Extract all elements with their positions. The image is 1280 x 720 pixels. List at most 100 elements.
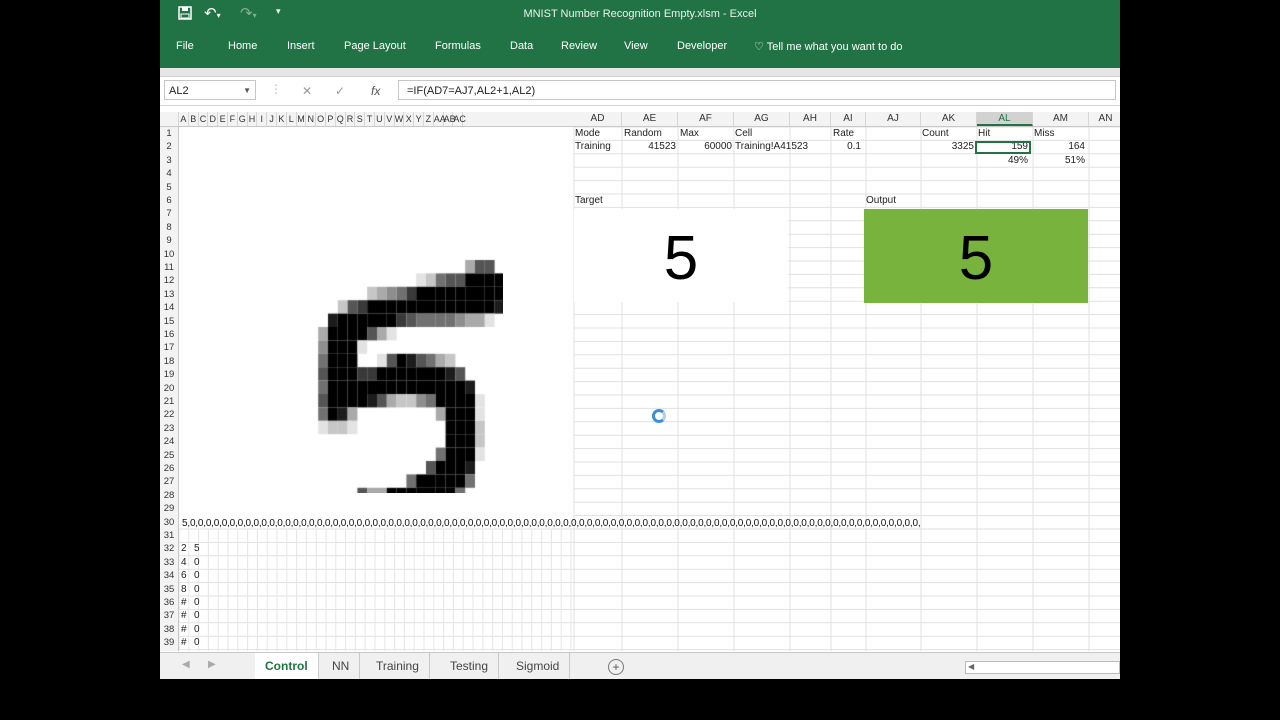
row-header-6[interactable]: 6	[160, 194, 178, 207]
column-header-d[interactable]: D	[208, 112, 219, 126]
tab-home[interactable]: Home	[228, 40, 257, 52]
row-header-32[interactable]: 32	[160, 542, 178, 555]
column-header-ac[interactable]: AC	[453, 112, 466, 126]
tell-me-box[interactable]: ♡ Tell me what you want to do	[754, 40, 902, 53]
row-header-19[interactable]: 19	[160, 368, 178, 381]
enter-icon[interactable]: ✓	[335, 84, 345, 98]
list-value[interactable]: 0	[194, 584, 200, 595]
row-header-10[interactable]: 10	[160, 248, 178, 261]
row-header-39[interactable]: 39	[160, 636, 178, 649]
list-value[interactable]: 0	[194, 557, 200, 568]
row-header-27[interactable]: 27	[160, 475, 178, 488]
list-value[interactable]: 0	[194, 637, 200, 648]
row-header-16[interactable]: 16	[160, 328, 178, 341]
column-header-v[interactable]: V	[385, 112, 395, 126]
row-header-9[interactable]: 9	[160, 234, 178, 247]
tab-page-layout[interactable]: Page Layout	[344, 40, 406, 52]
row-header-5[interactable]: 5	[160, 181, 178, 194]
rate-value[interactable]: 0.1	[832, 141, 861, 152]
tab-formulas[interactable]: Formulas	[435, 40, 481, 52]
column-header-n[interactable]: N	[306, 112, 317, 126]
row-header-26[interactable]: 26	[160, 462, 178, 475]
row-header-24[interactable]: 24	[160, 435, 178, 448]
mode-value[interactable]: Training	[575, 141, 611, 152]
horizontal-scrollbar[interactable]: ◀	[965, 661, 1120, 674]
column-header-b[interactable]: B	[189, 112, 199, 126]
column-header-a[interactable]: A	[179, 112, 189, 126]
row-header-18[interactable]: 18	[160, 355, 178, 368]
row-header-17[interactable]: 17	[160, 341, 178, 354]
column-header-i[interactable]: I	[257, 112, 268, 126]
column-header-ab[interactable]: AB	[444, 112, 456, 126]
select-all-corner[interactable]	[160, 112, 179, 126]
row-header-34[interactable]: 34	[160, 569, 178, 582]
tab-file[interactable]: File	[176, 40, 194, 52]
row-header-21[interactable]: 21	[160, 395, 178, 408]
list-index[interactable]: #	[181, 610, 187, 621]
chevron-down-icon[interactable]: ▼	[243, 81, 251, 101]
column-header-q[interactable]: Q	[336, 112, 346, 126]
next-sheet-icon[interactable]: ▶	[208, 659, 216, 670]
miss-value[interactable]: 164	[1032, 141, 1085, 152]
tab-data[interactable]: Data	[510, 40, 533, 52]
list-index[interactable]: 8	[181, 584, 187, 595]
column-header-ae[interactable]: AE	[622, 112, 678, 126]
add-sheet-icon[interactable]: +	[608, 659, 624, 675]
miss-percent[interactable]: 51%	[1032, 155, 1085, 166]
formula-input[interactable]: =IF(AD7=AJ7,AL2+1,AL2)	[398, 80, 1116, 100]
list-value[interactable]: 0	[194, 597, 200, 608]
column-header-r[interactable]: R	[346, 112, 356, 126]
column-header-u[interactable]: U	[375, 112, 385, 126]
sheet-tab-nn[interactable]: NN	[322, 653, 361, 679]
row-header-1[interactable]: 1	[160, 127, 178, 140]
sheet-tab-training[interactable]: Training	[366, 653, 430, 679]
column-header-y[interactable]: Y	[414, 112, 424, 126]
column-header-s[interactable]: S	[355, 112, 366, 126]
column-header-ak[interactable]: AK	[921, 112, 977, 126]
column-header-am[interactable]: AM	[1033, 112, 1089, 126]
row-header-37[interactable]: 37	[160, 609, 178, 622]
column-header-o[interactable]: O	[316, 112, 326, 126]
row-header-25[interactable]: 25	[160, 449, 178, 462]
row-header-14[interactable]: 14	[160, 301, 178, 314]
tab-view[interactable]: View	[624, 40, 648, 52]
list-index[interactable]: #	[181, 597, 187, 608]
column-header-g[interactable]: G	[238, 112, 248, 126]
row-header-3[interactable]: 3	[160, 154, 178, 167]
worksheet-grid[interactable]: Mode Random Max Cell Rate Count Hit Miss…	[179, 127, 1120, 651]
scroll-left-icon[interactable]: ◀	[968, 662, 974, 671]
cancel-icon[interactable]: ✕	[302, 84, 312, 98]
list-value[interactable]: 0	[194, 570, 200, 581]
list-value[interactable]: 0	[194, 610, 200, 621]
column-header-k[interactable]: K	[277, 112, 287, 126]
random-value[interactable]: 41523	[624, 141, 676, 152]
list-value[interactable]: 5	[194, 543, 200, 554]
tab-insert[interactable]: Insert	[287, 40, 315, 52]
column-header-j[interactable]: J	[267, 112, 277, 126]
row-header-13[interactable]: 13	[160, 288, 178, 301]
row-header-29[interactable]: 29	[160, 502, 178, 515]
max-value[interactable]: 60000	[679, 141, 732, 152]
column-header-h[interactable]: H	[248, 112, 258, 126]
column-header-p[interactable]: P	[326, 112, 336, 126]
column-header-aa[interactable]: AA	[434, 112, 446, 126]
sheet-tab-testing[interactable]: Testing	[440, 653, 500, 679]
row-header-36[interactable]: 36	[160, 596, 178, 609]
row-header-23[interactable]: 23	[160, 422, 178, 435]
prev-sheet-icon[interactable]: ◀	[182, 659, 190, 670]
column-header-w[interactable]: W	[395, 112, 405, 126]
function-icon[interactable]: fx	[371, 84, 380, 98]
tab-developer[interactable]: Developer	[677, 40, 727, 52]
column-header-x[interactable]: X	[404, 112, 415, 126]
row-header-31[interactable]: 31	[160, 529, 178, 542]
count-value[interactable]: 3325	[921, 141, 974, 152]
row-header-38[interactable]: 38	[160, 623, 178, 636]
row-header-7[interactable]: 7	[160, 207, 178, 220]
row-header-11[interactable]: 11	[160, 261, 178, 274]
column-header-f[interactable]: F	[228, 112, 238, 126]
column-header-al[interactable]: AL	[977, 112, 1033, 126]
column-header-an[interactable]: AN	[1089, 112, 1120, 126]
list-index[interactable]: 4	[181, 557, 187, 568]
list-index[interactable]: #	[181, 624, 187, 635]
row-header-12[interactable]: 12	[160, 274, 178, 287]
